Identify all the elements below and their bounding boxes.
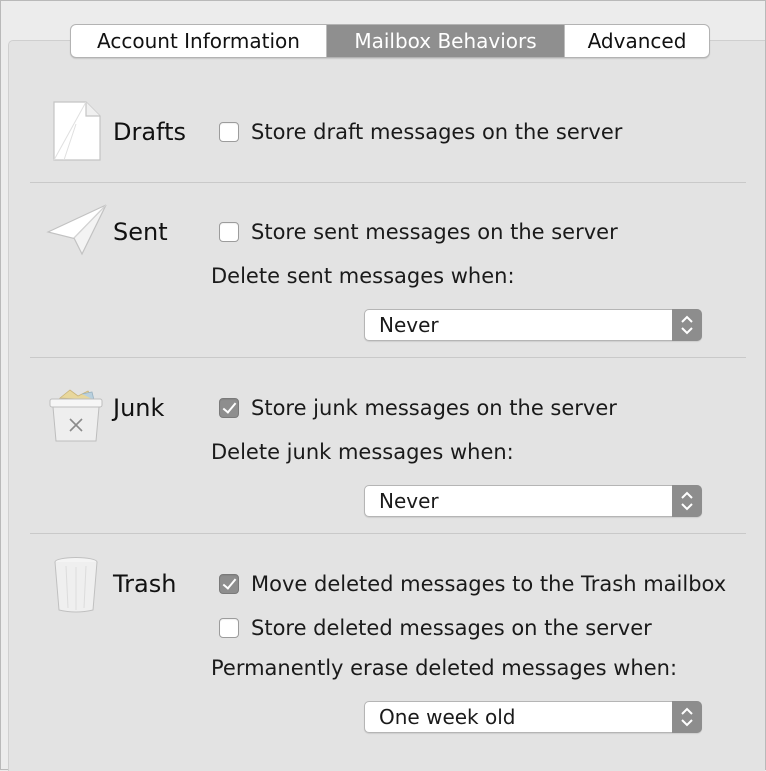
erase-deleted-label: Permanently erase deleted messages when: bbox=[211, 656, 678, 680]
store-drafts-label: Store draft messages on the server bbox=[251, 120, 623, 144]
checkmark-icon bbox=[222, 575, 237, 590]
erase-deleted-value: One week old bbox=[379, 705, 516, 729]
erase-deleted-select[interactable]: One week old bbox=[364, 701, 702, 733]
move-to-trash-label: Move deleted messages to the Trash mailb… bbox=[251, 572, 727, 596]
chevron-updown-icon bbox=[681, 491, 693, 511]
store-junk-checkbox[interactable] bbox=[219, 398, 239, 418]
junk-title: Junk bbox=[113, 394, 165, 422]
store-deleted-label: Store deleted messages on the server bbox=[251, 616, 652, 640]
store-deleted-checkbox[interactable] bbox=[219, 618, 239, 638]
select-stepper bbox=[672, 701, 702, 733]
tab-mailbox-behaviors[interactable]: Mailbox Behaviors bbox=[327, 25, 565, 57]
delete-sent-value: Never bbox=[379, 313, 439, 337]
divider bbox=[30, 533, 746, 534]
store-junk-label: Store junk messages on the server bbox=[251, 396, 617, 420]
delete-sent-select[interactable]: Never bbox=[364, 309, 702, 341]
chevron-updown-icon bbox=[681, 707, 693, 727]
delete-junk-label: Delete junk messages when: bbox=[211, 440, 514, 464]
tab-bar: Account Information Mailbox Behaviors Ad… bbox=[70, 24, 710, 58]
tab-advanced[interactable]: Advanced bbox=[565, 25, 709, 57]
chevron-updown-icon bbox=[681, 315, 693, 335]
delete-junk-value: Never bbox=[379, 489, 439, 513]
junk-bin-icon bbox=[49, 389, 103, 442]
drafts-title: Drafts bbox=[113, 118, 186, 146]
store-sent-label: Store sent messages on the server bbox=[251, 220, 618, 244]
paper-plane-icon bbox=[46, 204, 107, 256]
trash-title: Trash bbox=[113, 570, 177, 598]
select-stepper bbox=[672, 309, 702, 341]
divider bbox=[30, 357, 746, 358]
sent-title: Sent bbox=[113, 218, 168, 246]
divider bbox=[30, 182, 746, 183]
trash-can-icon bbox=[54, 557, 98, 613]
move-to-trash-checkbox[interactable] bbox=[219, 574, 239, 594]
store-drafts-checkbox[interactable] bbox=[219, 122, 239, 142]
select-stepper bbox=[672, 485, 702, 517]
delete-junk-select[interactable]: Never bbox=[364, 485, 702, 517]
checkmark-icon bbox=[222, 399, 237, 414]
store-sent-checkbox[interactable] bbox=[219, 222, 239, 242]
tab-account-information[interactable]: Account Information bbox=[71, 25, 327, 57]
delete-sent-label: Delete sent messages when: bbox=[211, 264, 515, 288]
document-icon bbox=[53, 101, 101, 161]
